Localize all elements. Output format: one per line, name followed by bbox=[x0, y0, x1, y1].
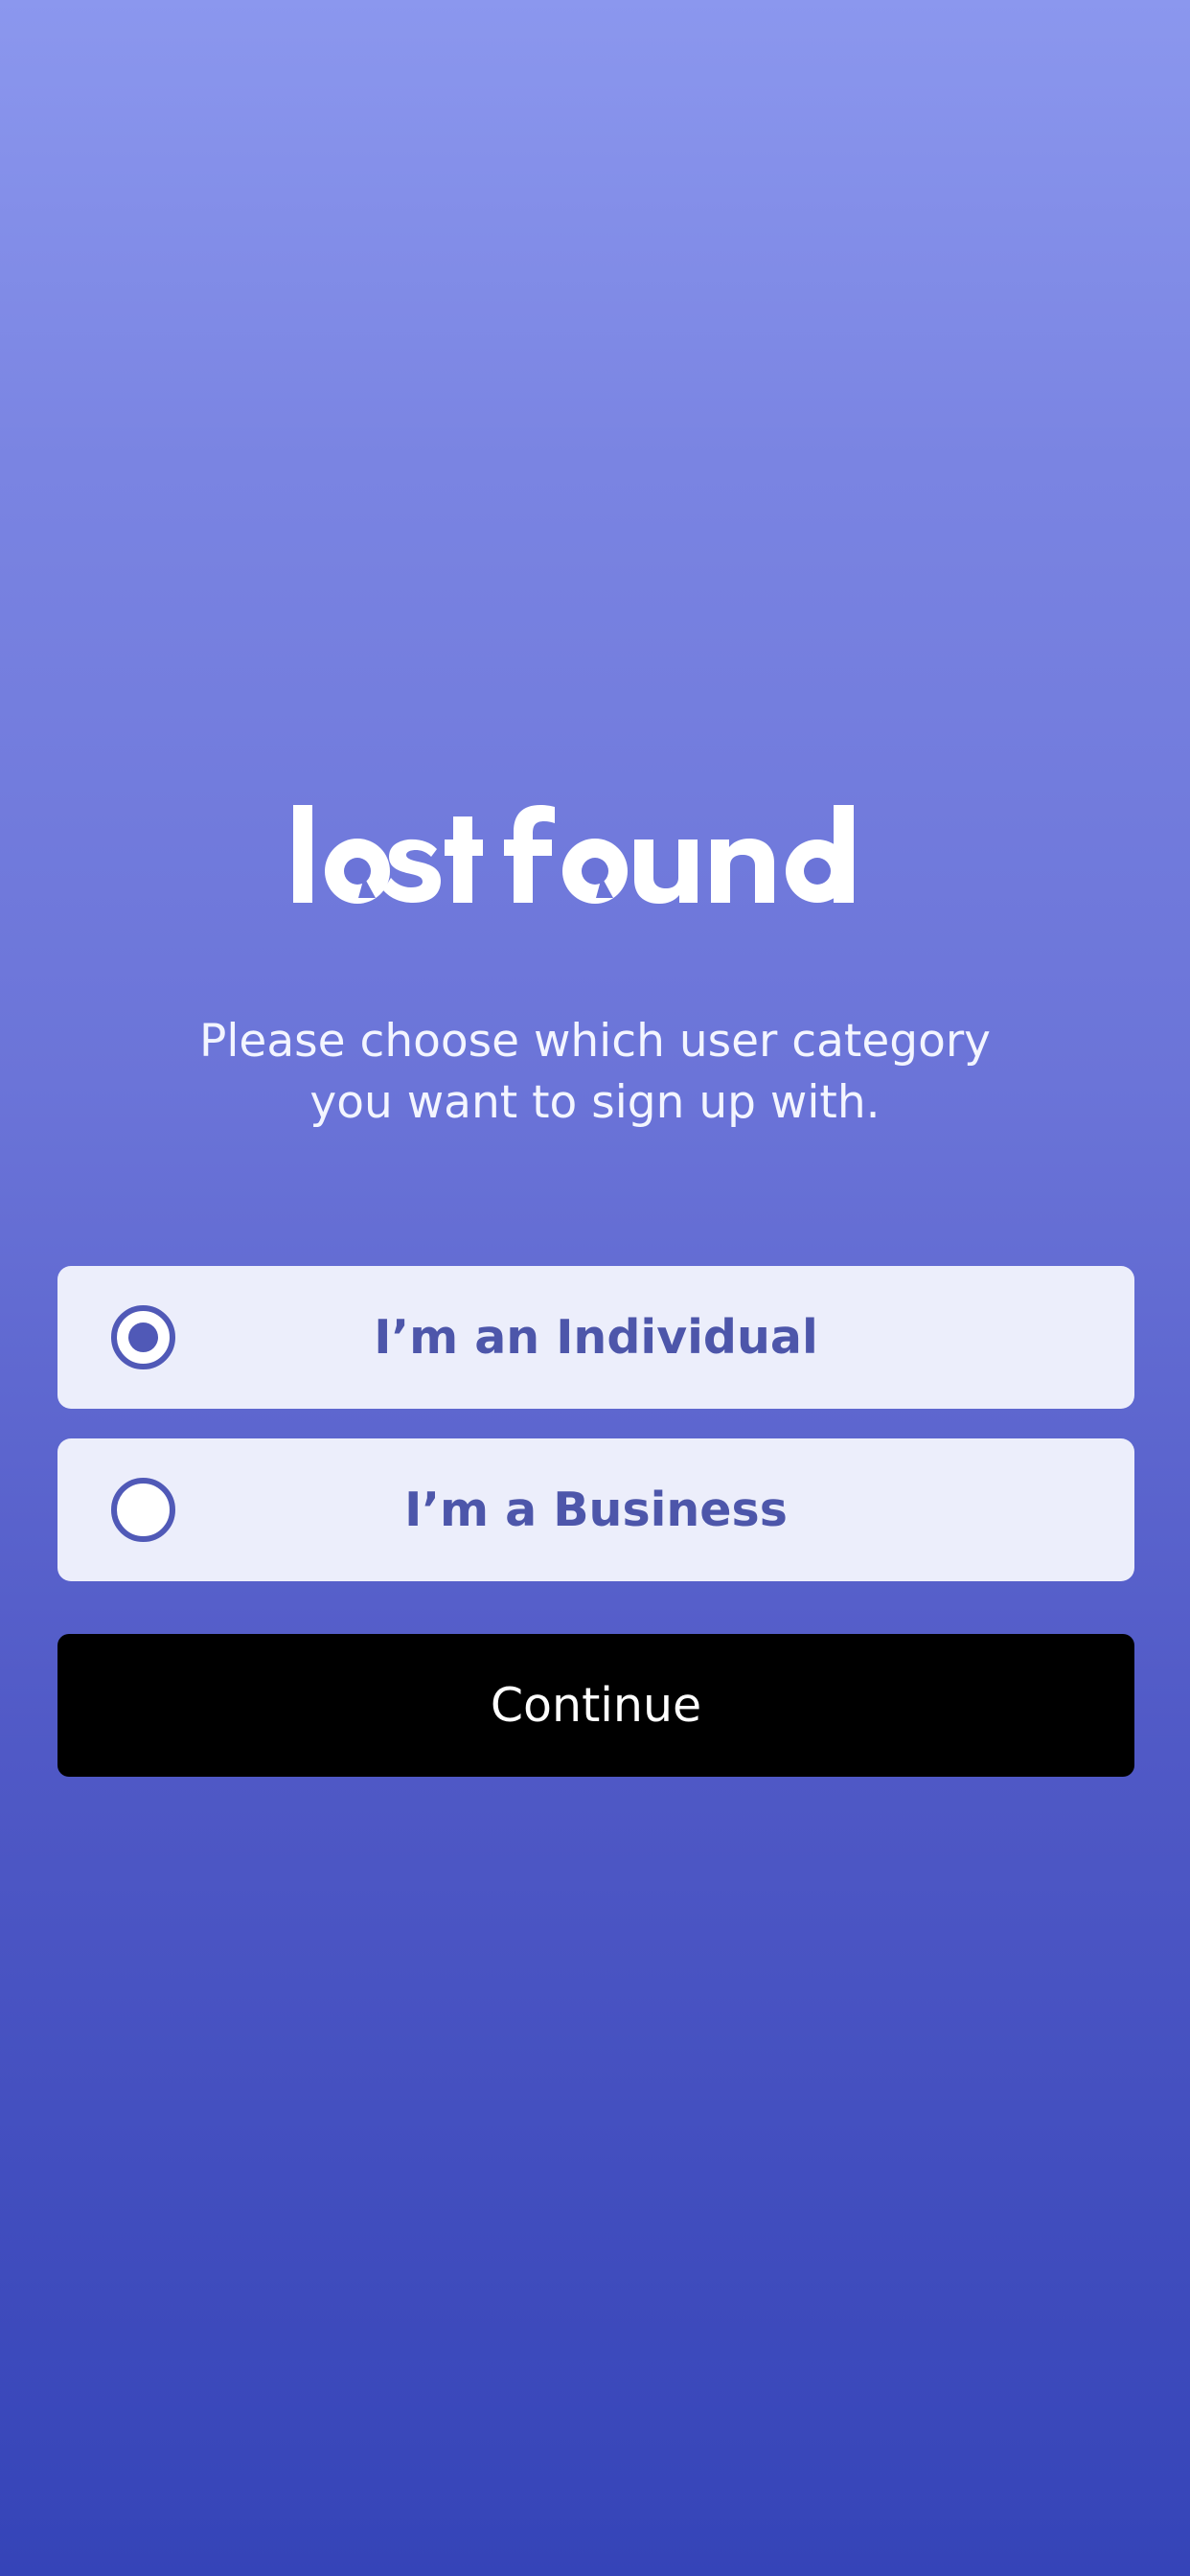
logo-wordmark bbox=[293, 805, 854, 904]
instruction-text: Please choose which user category you wa… bbox=[116, 1011, 1074, 1134]
option-business-label: I’m a Business bbox=[404, 1483, 788, 1537]
instruction-line-1: Please choose which user category bbox=[199, 1015, 991, 1068]
lostfound-logo bbox=[291, 803, 901, 905]
continue-button[interactable]: Continue bbox=[57, 1634, 1134, 1777]
option-individual[interactable]: I’m an Individual bbox=[57, 1266, 1134, 1409]
option-business[interactable]: I’m a Business bbox=[57, 1438, 1134, 1581]
instruction-line-2: you want to sign up with. bbox=[309, 1076, 881, 1129]
option-individual-label: I’m an Individual bbox=[374, 1310, 818, 1365]
